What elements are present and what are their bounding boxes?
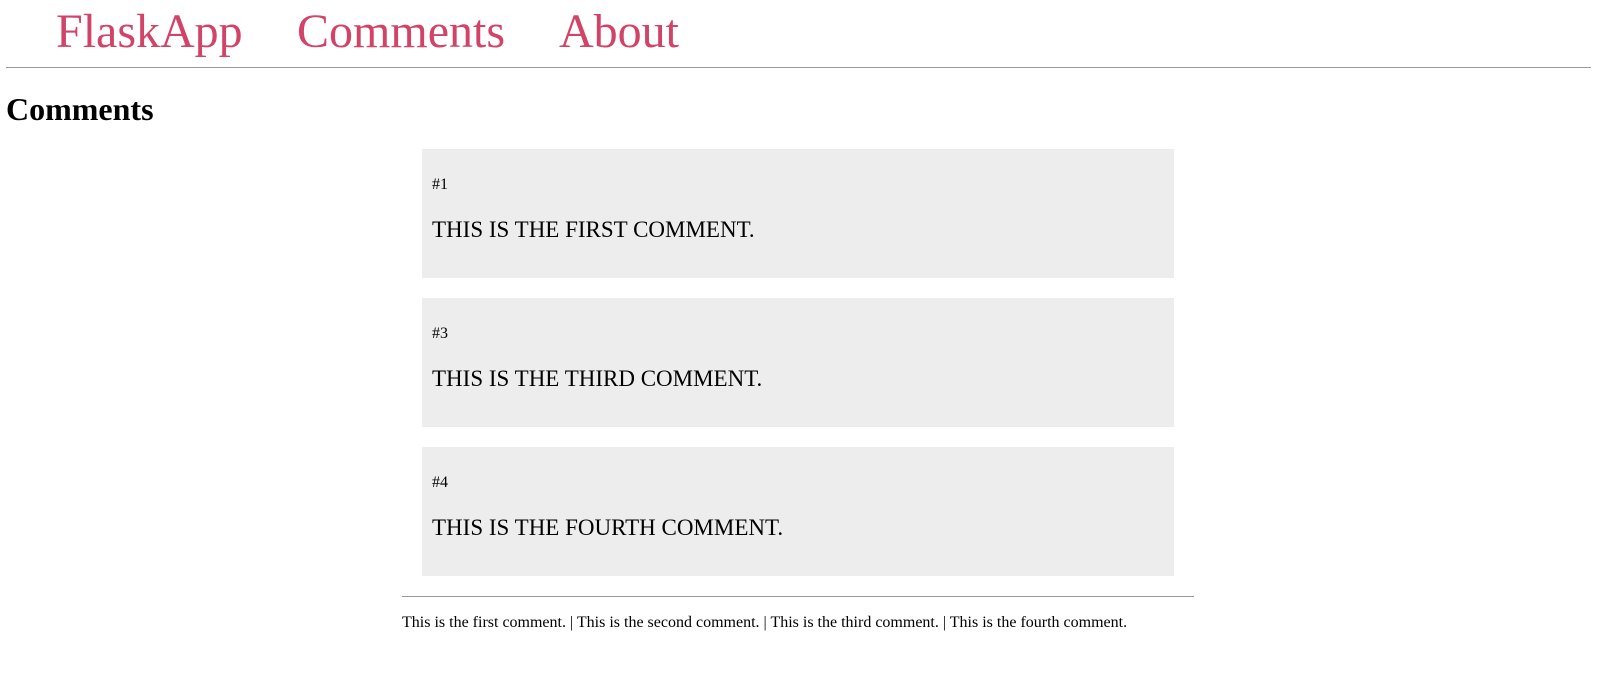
nav-brand-link[interactable]: FlaskApp [56,6,243,58]
comment-id: #3 [432,325,448,342]
comment-text: THIS IS THE THIRD COMMENT. [432,366,763,391]
page-title: Comments [6,91,154,127]
nav-about-link[interactable]: About [559,6,679,58]
comment-id: #1 [432,176,448,193]
footer-comment-summary: This is the first comment. | This is the… [402,614,1128,631]
comment-text: THIS IS THE FIRST COMMENT. [432,217,755,242]
comment-list: #1 THIS IS THE FIRST COMMENT. #3 THIS IS… [422,149,1174,596]
header-divider [6,67,1591,68]
comment-card: #4 THIS IS THE FOURTH COMMENT. [422,447,1174,576]
footer-divider [402,596,1194,597]
comment-text: THIS IS THE FOURTH COMMENT. [432,515,784,540]
comment-id: #4 [432,474,448,491]
nav-comments-link[interactable]: Comments [297,6,505,58]
page: FlaskApp Comments About Comments #1 THIS… [0,0,1597,678]
comment-card: #3 THIS IS THE THIRD COMMENT. [422,298,1174,427]
top-navbar: FlaskApp Comments About [0,0,1597,60]
comment-card: #1 THIS IS THE FIRST COMMENT. [422,149,1174,278]
